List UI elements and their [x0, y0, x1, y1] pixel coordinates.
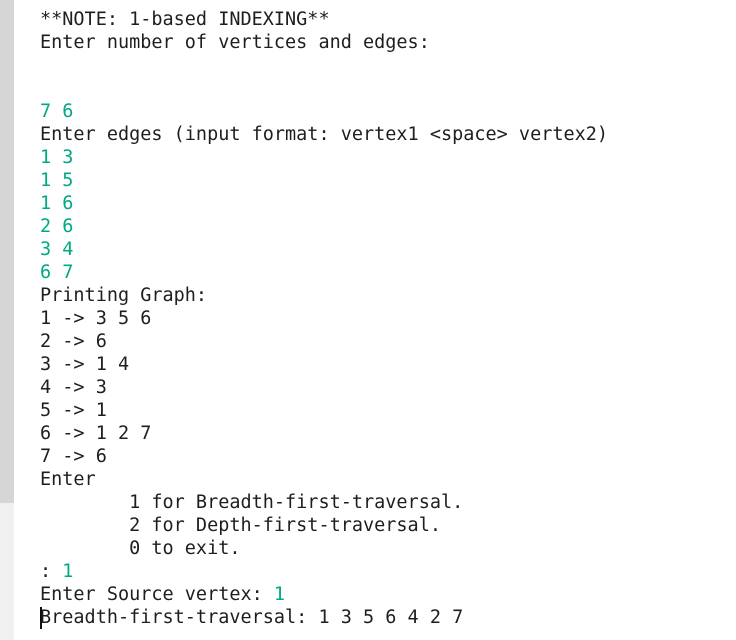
console-line: 3 -> 1 4 [40, 354, 130, 375]
user-input-line: 6 7 [40, 262, 74, 283]
user-input: 1 [273, 584, 286, 605]
console-line: 6 -> 1 2 7 [40, 423, 152, 444]
console-line: Enter [40, 469, 96, 490]
user-input-line: 2 6 [40, 216, 74, 237]
console-line: 0 to exit. [40, 538, 241, 559]
console-line: Breadth-first-traversal: 1 3 5 6 4 2 7 [40, 607, 464, 628]
console-line: 1 -> 3 5 6 [40, 308, 152, 329]
console-line: **NOTE: 1-based INDEXING** [40, 9, 330, 30]
console-line: 4 -> 3 [40, 377, 107, 398]
console-window[interactable]: **NOTE: 1-based INDEXING** Enter number o… [0, 0, 736, 640]
user-input-line: 1 5 [40, 170, 74, 191]
console-line: 1 for Breadth-first-traversal. [40, 492, 464, 513]
scrollbar-track[interactable] [0, 0, 14, 503]
console-line: 2 for Depth-first-traversal. [40, 515, 441, 536]
text-cursor [40, 607, 42, 629]
prompt-text: Enter Source vertex: [40, 584, 274, 605]
console-output: **NOTE: 1-based INDEXING** Enter number o… [40, 8, 608, 629]
user-input-line: 3 4 [40, 239, 74, 260]
user-input-line: 1 6 [40, 193, 74, 214]
gutter [0, 503, 14, 640]
user-input-line: 7 6 [40, 101, 74, 122]
console-line: Enter edges (input format: vertex1 <spac… [40, 124, 609, 145]
prompt-text: : [40, 561, 63, 582]
console-line-prompt: Enter Source vertex: 1 [40, 583, 608, 606]
console-line: Printing Graph: [40, 285, 208, 306]
console-line: 7 -> 6 [40, 446, 107, 467]
console-line: 5 -> 1 [40, 400, 107, 421]
console-line: 2 -> 6 [40, 331, 107, 352]
console-line-prompt: : 1 [40, 560, 608, 583]
console-line: Enter number of vertices and edges: [40, 32, 430, 53]
user-input: 1 [62, 561, 74, 582]
user-input-line: 1 3 [40, 147, 74, 168]
